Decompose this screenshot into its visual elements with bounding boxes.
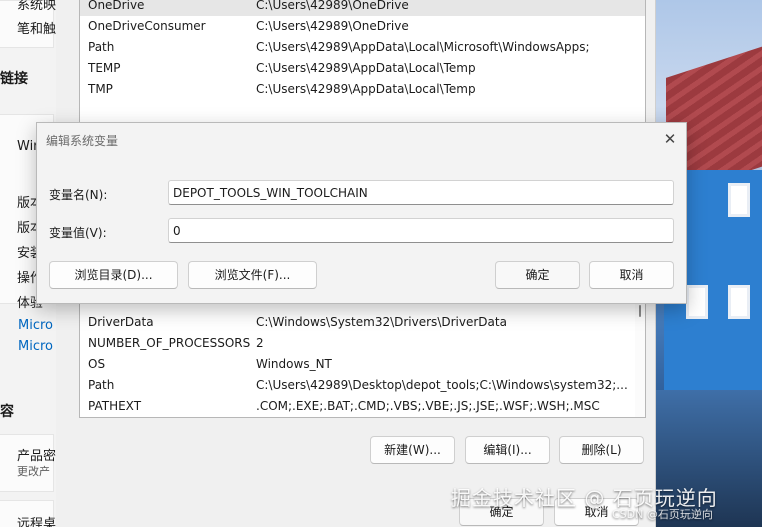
variable-name-input[interactable] [168,180,674,205]
table-row[interactable]: DriverData C:\Windows\System32\Drivers\D… [80,312,645,333]
wallpaper-window [728,183,750,217]
variable-name: PATHEXT [88,399,142,413]
settings-section-header: 容 [0,404,14,420]
variable-value-label: 变量值(V): [49,226,107,240]
variable-name: OS [88,357,106,371]
variable-value: .COM;.EXE;.BAT;.CMD;.VBS;.VBE;.JS;.JSE;.… [256,399,600,413]
variable-name: OneDrive [88,0,145,12]
table-row[interactable]: Path C:\Users\42989\AppData\Local\Micros… [80,37,645,58]
new-variable-button[interactable]: 新建(W)... [370,436,455,464]
variable-value-input[interactable] [168,218,674,243]
table-row[interactable]: PATHEXT .COM;.EXE;.BAT;.CMD;.VBS;.VBE;.J… [80,396,645,417]
watermark-subtext: CSDN @石页玩逆向 [612,508,713,521]
variable-value: C:\Users\42989\Desktop\depot_tools;C:\Wi… [256,378,628,392]
table-row[interactable]: TMP C:\Users\42989\AppData\Local\Temp [80,79,645,100]
variable-name: Path [88,378,115,392]
variable-name: TMP [88,82,113,96]
table-row[interactable]: OS Windows_NT [80,354,645,375]
variable-name: DriverData [88,315,154,329]
variable-value: Windows_NT [256,357,332,371]
dialog-cancel-button[interactable]: 取消 [589,261,674,289]
dialog-ok-button[interactable]: 确定 [495,261,580,289]
variable-value: C:\Windows\System32\Drivers\DriverData [256,315,507,329]
settings-link[interactable]: Micro [18,339,53,354]
scrollbar-thumb[interactable] [639,305,641,317]
variable-value: 2 [256,336,264,350]
variable-name: OneDriveConsumer [88,19,206,33]
remote-desktop-label[interactable]: 远程桌 [17,513,56,527]
variable-name: NUMBER_OF_PROCESSORS [88,336,251,350]
close-icon[interactable]: ✕ [660,129,680,149]
product-key-sub: 更改产 [17,465,50,478]
wallpaper-window [728,285,750,319]
dialog-title: 编辑系统变量 [46,134,119,148]
wallpaper-window [686,285,708,319]
browse-directory-button[interactable]: 浏览目录(D)... [49,261,178,289]
settings-link[interactable]: Micro [18,318,53,333]
variable-value: C:\Users\42989\OneDrive [256,0,409,12]
table-row[interactable]: NUMBER_OF_PROCESSORS 2 [80,333,645,354]
browse-file-button[interactable]: 浏览文件(F)... [188,261,317,289]
table-row[interactable]: OneDrive C:\Users\42989\OneDrive [80,0,645,16]
variable-name-label: 变量名(N): [49,188,108,202]
variable-value: C:\Users\42989\AppData\Local\Temp [256,82,476,96]
list-scrollbar[interactable] [635,291,645,417]
table-row[interactable]: OneDriveConsumer C:\Users\42989\OneDrive [80,16,645,37]
table-row[interactable]: TEMP C:\Users\42989\AppData\Local\Temp [80,58,645,79]
edit-variable-button[interactable]: 编辑(I)... [465,436,550,464]
variable-value: C:\Users\42989\OneDrive [256,19,409,33]
variable-name: Path [88,40,115,54]
variable-value: C:\Users\42989\AppData\Local\Temp [256,61,476,75]
user-variables-list[interactable]: OneDrive C:\Users\42989\OneDrive OneDriv… [79,0,646,126]
variable-name: TEMP [88,61,121,75]
table-row[interactable]: Path C:\Users\42989\Desktop\depot_tools;… [80,375,645,396]
edit-system-variable-dialog: 编辑系统变量 ✕ 变量名(N): 变量值(V): 浏览目录(D)... 浏览文件… [36,122,687,304]
variable-value: C:\Users\42989\AppData\Local\Microsoft\W… [256,40,590,54]
product-key-label[interactable]: 产品密 [17,445,56,464]
settings-item[interactable]: 笔和触 [17,18,56,37]
settings-section-header: 链接 [0,71,28,87]
system-variables-list[interactable]: DriverData C:\Windows\System32\Drivers\D… [79,290,646,418]
settings-item[interactable]: 系统映 [17,0,56,13]
delete-variable-button[interactable]: 删除(L) [559,436,644,464]
